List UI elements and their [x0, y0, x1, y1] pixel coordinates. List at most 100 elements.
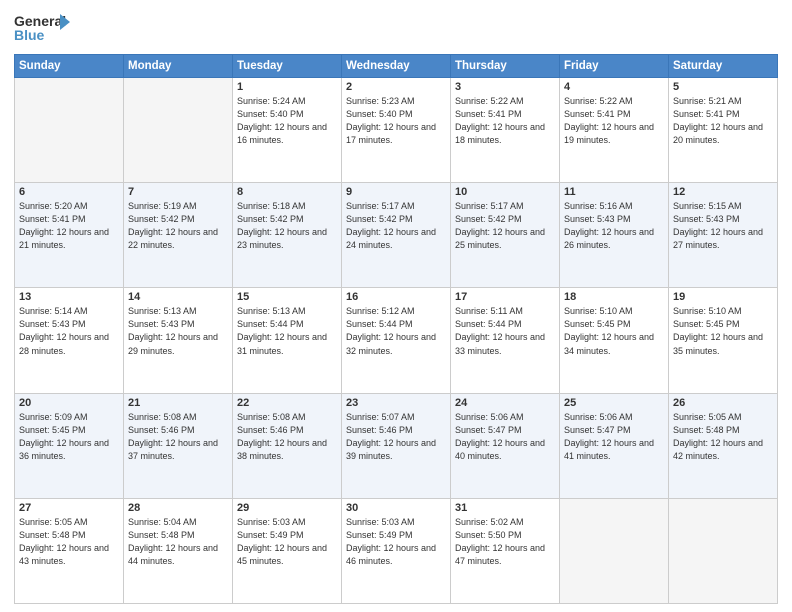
- day-info: Sunrise: 5:10 AMSunset: 5:45 PMDaylight:…: [564, 305, 664, 357]
- day-number: 20: [19, 397, 119, 409]
- weekday-header-saturday: Saturday: [669, 55, 778, 78]
- day-number: 24: [455, 397, 555, 409]
- day-number: 31: [455, 502, 555, 514]
- calendar-cell: 1 Sunrise: 5:24 AMSunset: 5:40 PMDaylight…: [233, 78, 342, 183]
- calendar-cell: 3 Sunrise: 5:22 AMSunset: 5:41 PMDaylight…: [451, 78, 560, 183]
- day-info: Sunrise: 5:03 AMSunset: 5:49 PMDaylight:…: [346, 516, 446, 568]
- calendar-cell: 10 Sunrise: 5:17 AMSunset: 5:42 PMDayligh…: [451, 183, 560, 288]
- calendar-cell: 29 Sunrise: 5:03 AMSunset: 5:49 PMDayligh…: [233, 498, 342, 603]
- weekday-header-wednesday: Wednesday: [342, 55, 451, 78]
- calendar-cell: 22 Sunrise: 5:08 AMSunset: 5:46 PMDayligh…: [233, 393, 342, 498]
- week-row-3: 20 Sunrise: 5:09 AMSunset: 5:45 PMDayligh…: [15, 393, 778, 498]
- calendar-cell: 18 Sunrise: 5:10 AMSunset: 5:45 PMDayligh…: [560, 288, 669, 393]
- calendar-cell: 26 Sunrise: 5:05 AMSunset: 5:48 PMDayligh…: [669, 393, 778, 498]
- day-info: Sunrise: 5:21 AMSunset: 5:41 PMDaylight:…: [673, 95, 773, 147]
- day-info: Sunrise: 5:07 AMSunset: 5:46 PMDaylight:…: [346, 411, 446, 463]
- calendar-cell: [669, 498, 778, 603]
- week-row-0: 1 Sunrise: 5:24 AMSunset: 5:40 PMDaylight…: [15, 78, 778, 183]
- day-number: 1: [237, 81, 337, 93]
- day-info: Sunrise: 5:02 AMSunset: 5:50 PMDaylight:…: [455, 516, 555, 568]
- week-row-1: 6Sunrise: 5:20 AMSunset: 5:41 PMDaylight…: [15, 183, 778, 288]
- calendar-cell: 27 Sunrise: 5:05 AMSunset: 5:48 PMDayligh…: [15, 498, 124, 603]
- day-info: Sunrise: 5:06 AMSunset: 5:47 PMDaylight:…: [564, 411, 664, 463]
- calendar-cell: 16Sunrise: 5:12 AMSunset: 5:44 PMDayligh…: [342, 288, 451, 393]
- day-number: 8: [237, 186, 337, 198]
- calendar-cell: 31 Sunrise: 5:02 AMSunset: 5:50 PMDayligh…: [451, 498, 560, 603]
- calendar-cell: 4 Sunrise: 5:22 AMSunset: 5:41 PMDaylight…: [560, 78, 669, 183]
- day-info: Sunrise: 5:15 AMSunset: 5:43 PMDaylight:…: [673, 200, 773, 252]
- day-info: Sunrise: 5:24 AMSunset: 5:40 PMDaylight:…: [237, 95, 337, 147]
- calendar-cell: 19 Sunrise: 5:10 AMSunset: 5:45 PMDayligh…: [669, 288, 778, 393]
- day-info: Sunrise: 5:16 AMSunset: 5:43 PMDaylight:…: [564, 200, 664, 252]
- day-number: 19: [673, 291, 773, 303]
- calendar-table: SundayMondayTuesdayWednesdayThursdayFrid…: [14, 54, 778, 604]
- day-number: 15: [237, 291, 337, 303]
- day-number: 14: [128, 291, 228, 303]
- day-number: 13: [19, 291, 119, 303]
- calendar-cell: [124, 78, 233, 183]
- calendar-cell: 20 Sunrise: 5:09 AMSunset: 5:45 PMDayligh…: [15, 393, 124, 498]
- day-number: 30: [346, 502, 446, 514]
- day-number: 23: [346, 397, 446, 409]
- day-info: Sunrise: 5:22 AMSunset: 5:41 PMDaylight:…: [564, 95, 664, 147]
- day-number: 2: [346, 81, 446, 93]
- weekday-header-tuesday: Tuesday: [233, 55, 342, 78]
- day-info: Sunrise: 5:17 AMSunset: 5:42 PMDaylight:…: [346, 200, 446, 252]
- day-info: Sunrise: 5:09 AMSunset: 5:45 PMDaylight:…: [19, 411, 119, 463]
- calendar-cell: 9 Sunrise: 5:17 AMSunset: 5:42 PMDaylight…: [342, 183, 451, 288]
- calendar-cell: 5 Sunrise: 5:21 AMSunset: 5:41 PMDaylight…: [669, 78, 778, 183]
- day-number: 16: [346, 291, 446, 303]
- header: GeneralBlue: [14, 10, 778, 48]
- calendar-cell: 12 Sunrise: 5:15 AMSunset: 5:43 PMDayligh…: [669, 183, 778, 288]
- day-number: 10: [455, 186, 555, 198]
- weekday-header-sunday: Sunday: [15, 55, 124, 78]
- page: GeneralBlue SundayMondayTuesdayWednesday…: [0, 0, 792, 612]
- day-info: Sunrise: 5:22 AMSunset: 5:41 PMDaylight:…: [455, 95, 555, 147]
- day-number: 26: [673, 397, 773, 409]
- calendar-cell: 23 Sunrise: 5:07 AMSunset: 5:46 PMDayligh…: [342, 393, 451, 498]
- day-number: 9: [346, 186, 446, 198]
- day-number: 27: [19, 502, 119, 514]
- day-info: Sunrise: 5:05 AMSunset: 5:48 PMDaylight:…: [19, 516, 119, 568]
- calendar-cell: 28Sunrise: 5:04 AMSunset: 5:48 PMDayligh…: [124, 498, 233, 603]
- day-number: 11: [564, 186, 664, 198]
- day-info: Sunrise: 5:23 AMSunset: 5:40 PMDaylight:…: [346, 95, 446, 147]
- calendar-cell: [15, 78, 124, 183]
- calendar-cell: 21Sunrise: 5:08 AMSunset: 5:46 PMDayligh…: [124, 393, 233, 498]
- calendar-cell: 25Sunrise: 5:06 AMSunset: 5:47 PMDayligh…: [560, 393, 669, 498]
- day-info: Sunrise: 5:05 AMSunset: 5:48 PMDaylight:…: [673, 411, 773, 463]
- calendar-cell: 11 Sunrise: 5:16 AMSunset: 5:43 PMDayligh…: [560, 183, 669, 288]
- weekday-header-row: SundayMondayTuesdayWednesdayThursdayFrid…: [15, 55, 778, 78]
- day-number: 3: [455, 81, 555, 93]
- day-number: 7: [128, 186, 228, 198]
- day-number: 5: [673, 81, 773, 93]
- calendar-cell: 7 Sunrise: 5:19 AMSunset: 5:42 PMDaylight…: [124, 183, 233, 288]
- day-info: Sunrise: 5:17 AMSunset: 5:42 PMDaylight:…: [455, 200, 555, 252]
- day-info: Sunrise: 5:11 AMSunset: 5:44 PMDaylight:…: [455, 305, 555, 357]
- day-info: Sunrise: 5:10 AMSunset: 5:45 PMDaylight:…: [673, 305, 773, 357]
- day-info: Sunrise: 5:13 AMSunset: 5:43 PMDaylight:…: [128, 305, 228, 357]
- calendar-cell: 2 Sunrise: 5:23 AMSunset: 5:40 PMDaylight…: [342, 78, 451, 183]
- calendar-cell: 8 Sunrise: 5:18 AMSunset: 5:42 PMDaylight…: [233, 183, 342, 288]
- day-info: Sunrise: 5:20 AMSunset: 5:41 PMDaylight:…: [19, 200, 119, 252]
- calendar-cell: [560, 498, 669, 603]
- calendar-cell: 13 Sunrise: 5:14 AMSunset: 5:43 PMDayligh…: [15, 288, 124, 393]
- calendar-cell: 17Sunrise: 5:11 AMSunset: 5:44 PMDayligh…: [451, 288, 560, 393]
- day-info: Sunrise: 5:06 AMSunset: 5:47 PMDaylight:…: [455, 411, 555, 463]
- day-number: 29: [237, 502, 337, 514]
- logo: GeneralBlue: [14, 10, 74, 48]
- weekday-header-monday: Monday: [124, 55, 233, 78]
- day-number: 22: [237, 397, 337, 409]
- day-number: 4: [564, 81, 664, 93]
- day-info: Sunrise: 5:14 AMSunset: 5:43 PMDaylight:…: [19, 305, 119, 357]
- calendar-cell: 15Sunrise: 5:13 AMSunset: 5:44 PMDayligh…: [233, 288, 342, 393]
- day-info: Sunrise: 5:18 AMSunset: 5:42 PMDaylight:…: [237, 200, 337, 252]
- day-info: Sunrise: 5:08 AMSunset: 5:46 PMDaylight:…: [237, 411, 337, 463]
- day-info: Sunrise: 5:08 AMSunset: 5:46 PMDaylight:…: [128, 411, 228, 463]
- calendar-cell: 24 Sunrise: 5:06 AMSunset: 5:47 PMDayligh…: [451, 393, 560, 498]
- day-info: Sunrise: 5:19 AMSunset: 5:42 PMDaylight:…: [128, 200, 228, 252]
- day-info: Sunrise: 5:03 AMSunset: 5:49 PMDaylight:…: [237, 516, 337, 568]
- day-number: 18: [564, 291, 664, 303]
- day-number: 12: [673, 186, 773, 198]
- weekday-header-thursday: Thursday: [451, 55, 560, 78]
